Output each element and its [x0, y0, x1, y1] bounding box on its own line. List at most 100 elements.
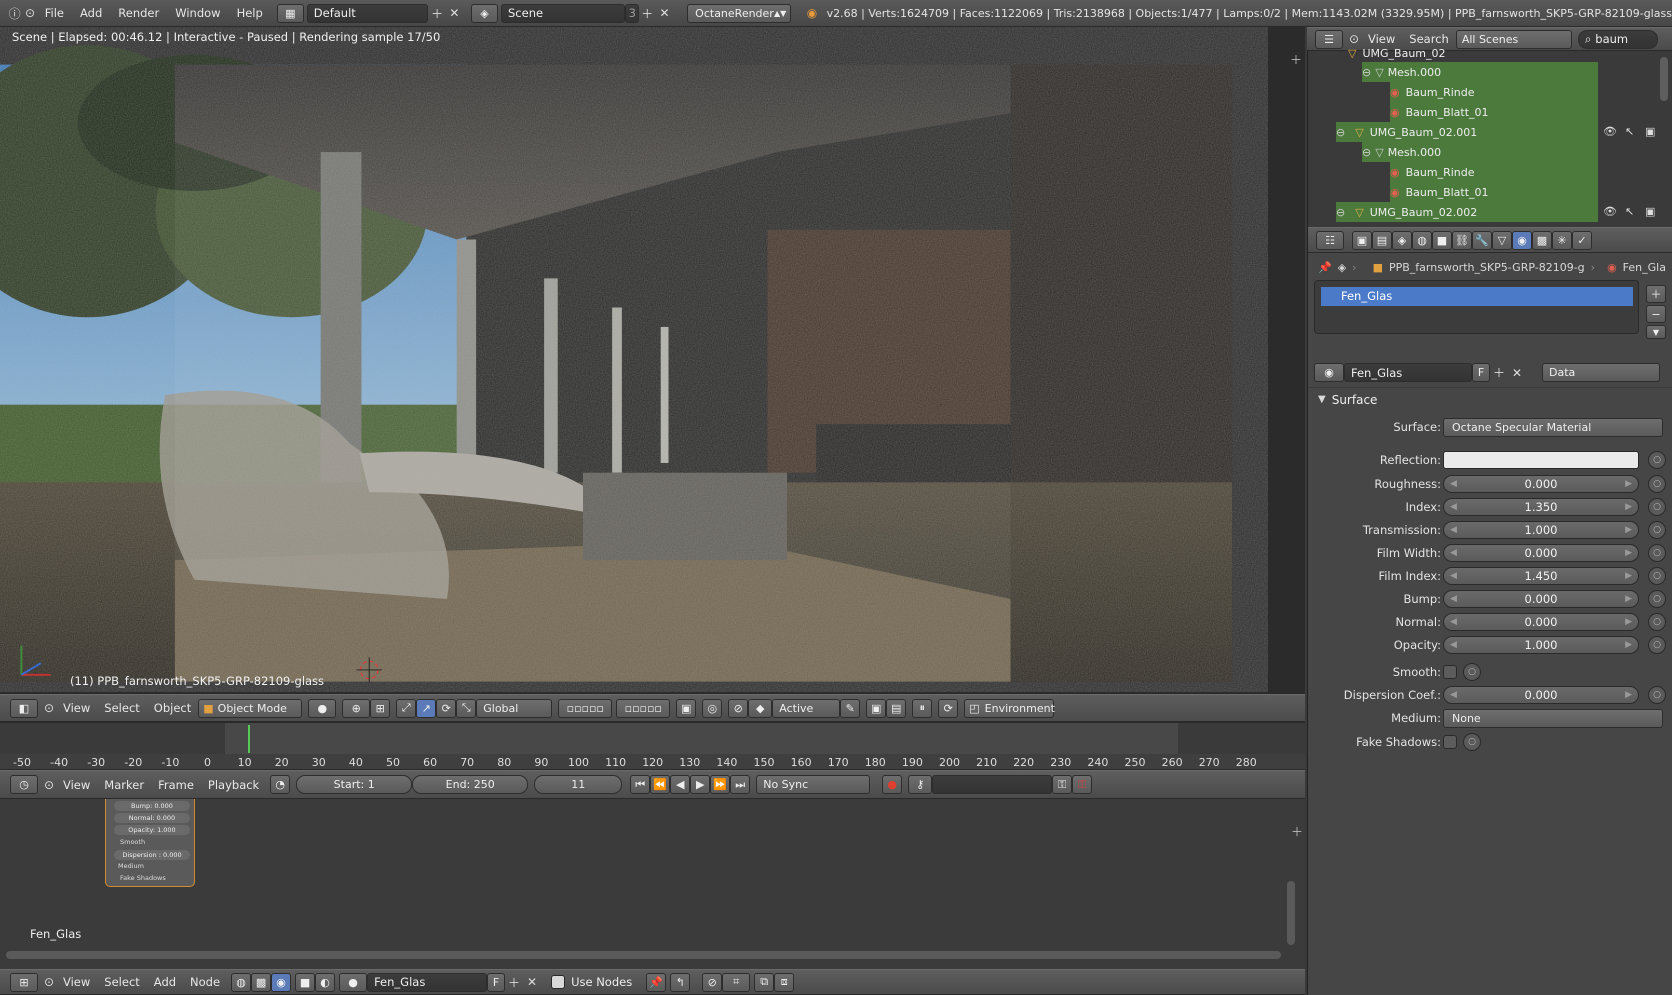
pin-icon[interactable]: 📌: [1318, 261, 1332, 274]
timeline-area[interactable]: [0, 722, 1305, 755]
transmission-field[interactable]: ◀ 1.000 ▶: [1443, 521, 1639, 539]
editor-type-3dview-icon[interactable]: ◧: [10, 698, 38, 718]
delete-keyframe-icon[interactable]: ⚿: [1072, 775, 1093, 794]
fake-user-button[interactable]: F: [487, 972, 506, 992]
remove-scene-icon[interactable]: ✕: [656, 4, 673, 22]
expand-icon[interactable]: ⊖: [1362, 66, 1371, 79]
collapse-menu-icon[interactable]: ⊙: [42, 776, 56, 794]
keying-set-icon[interactable]: ⚷: [908, 775, 933, 794]
render-layers-tab-icon[interactable]: ▤: [1372, 230, 1392, 250]
rotate-manipulator-icon[interactable]: ⟳: [436, 698, 457, 718]
snap-element-icon[interactable]: ◆: [748, 698, 773, 718]
film-index-socket-button[interactable]: ○: [1648, 567, 1666, 585]
scene-icon[interactable]: ◈: [471, 3, 498, 23]
menu-view[interactable]: View: [56, 975, 97, 989]
render-still-icon[interactable]: ▣: [866, 698, 887, 718]
bump-socket-button[interactable]: ○: [1648, 590, 1666, 608]
fake-shadows-socket-button[interactable]: ○: [1463, 733, 1481, 751]
roughness-field[interactable]: ◀ 0.000 ▶: [1443, 475, 1639, 493]
end-frame-field[interactable]: End: 250: [412, 775, 529, 794]
menu-frame[interactable]: Frame: [151, 778, 201, 792]
dispersion-socket-button[interactable]: ○: [1648, 686, 1666, 704]
material-nodes-icon[interactable]: ◉: [271, 972, 292, 992]
menu-render[interactable]: Render: [110, 6, 167, 20]
data-tab-icon[interactable]: ▽: [1492, 230, 1512, 250]
add-scene-icon[interactable]: ＋: [639, 4, 656, 22]
editor-type-properties-icon[interactable]: ☷: [1316, 230, 1344, 250]
render-engine-dropdown[interactable]: OctaneRender ▲▼: [687, 3, 792, 23]
info-editor-icon[interactable]: ⓘ: [6, 4, 23, 22]
collapse-menu-icon[interactable]: ⊙: [23, 4, 36, 22]
object-tab-icon[interactable]: ■: [1432, 230, 1452, 250]
physics-tab-icon[interactable]: ✓: [1572, 230, 1592, 250]
menu-window[interactable]: Window: [167, 6, 228, 20]
slot-menu-icon[interactable]: ▼: [1646, 325, 1666, 339]
remove-layout-icon[interactable]: ✕: [446, 4, 463, 22]
transmission-socket-button[interactable]: ○: [1648, 521, 1666, 539]
refresh-render-icon[interactable]: ⟳: [938, 698, 959, 718]
surface-panel-header[interactable]: ▼ Surface: [1308, 387, 1672, 411]
fake-shadows-checkbox[interactable]: [1443, 735, 1457, 749]
increment-arrow-icon[interactable]: ▶: [1625, 548, 1632, 558]
film-index-field[interactable]: ◀ 1.450 ▶: [1443, 567, 1639, 585]
menu-add[interactable]: Add: [147, 975, 183, 989]
outliner-row[interactable]: ◉ Baum_Rinde: [1390, 82, 1598, 102]
jump-keyframe-forward-icon[interactable]: ⏩: [710, 775, 731, 794]
particles-tab-icon[interactable]: ✳: [1552, 230, 1572, 250]
viewport-shading-icon[interactable]: ●: [308, 698, 337, 718]
reflection-color-swatch[interactable]: [1443, 451, 1639, 469]
opacity-field[interactable]: ◀ 1.000 ▶: [1443, 636, 1639, 654]
menu-help[interactable]: Help: [229, 6, 271, 20]
render-tab-icon[interactable]: ▣: [1352, 230, 1372, 250]
roughness-socket-button[interactable]: ○: [1648, 475, 1666, 493]
editor-type-node-icon[interactable]: ⊞: [10, 972, 38, 992]
menu-object[interactable]: Object: [147, 701, 198, 715]
pin-icon[interactable]: 📌: [646, 972, 667, 992]
add-slot-icon[interactable]: ＋: [1646, 285, 1666, 303]
outliner-scrollbar[interactable]: [1660, 57, 1668, 101]
play-icon[interactable]: ▶: [690, 775, 711, 794]
smooth-checkbox[interactable]: [1443, 665, 1457, 679]
increment-arrow-icon[interactable]: ▶: [1625, 479, 1632, 489]
menu-file[interactable]: File: [37, 6, 72, 20]
outliner-row[interactable]: ⊖ ▽ UMG_Baum_02.001: [1336, 122, 1598, 142]
add-material-icon[interactable]: ＋: [1490, 364, 1508, 382]
screen-layout-icon[interactable]: ▦: [276, 3, 304, 23]
playhead-marker[interactable]: [248, 725, 251, 753]
visibility-eye-icon[interactable]: 👁: [1603, 125, 1617, 138]
jump-end-icon[interactable]: ⏭: [730, 775, 751, 794]
object-shader-icon[interactable]: ■: [295, 972, 316, 992]
sync-dropdown[interactable]: No Sync: [756, 775, 871, 794]
unlink-material-icon[interactable]: ✕: [1508, 364, 1526, 382]
pause-render-icon[interactable]: ⏸: [912, 698, 933, 718]
material-node[interactable]: Bump: 0.000 Normal: 0.000 Opacity: 1.000…: [105, 799, 195, 887]
menu-playback[interactable]: Playback: [201, 778, 266, 792]
node-editor-canvas[interactable]: Bump: 0.000 Normal: 0.000 Opacity: 1.000…: [0, 799, 1305, 969]
play-reverse-icon[interactable]: ◀: [670, 775, 691, 794]
film-width-field[interactable]: ◀ 0.000 ▶: [1443, 544, 1639, 562]
environment-button[interactable]: ◰ Environment: [964, 698, 1055, 718]
mode-dropdown[interactable]: ■ Object Mode: [198, 698, 303, 718]
material-slot-item[interactable]: Fen_Glas: [1321, 287, 1633, 306]
outliner-row[interactable]: ⊖ ▽ Mesh.000: [1362, 142, 1598, 162]
increment-arrow-icon[interactable]: ▶: [1625, 617, 1632, 627]
outliner-row[interactable]: ▽ UMG_Baum_02: [1308, 43, 1598, 63]
pivot-point-icon[interactable]: ⊕: [342, 698, 371, 718]
scene-tab-icon[interactable]: ◈: [1392, 230, 1412, 250]
editor-type-timeline-icon[interactable]: ◷: [10, 775, 38, 794]
expand-icon[interactable]: ⊖: [1336, 126, 1345, 139]
use-nodes-checkbox[interactable]: [551, 975, 566, 989]
menu-select[interactable]: Select: [97, 701, 146, 715]
outliner-row[interactable]: ⊖ ▽ UMG_Baum_02.002: [1336, 202, 1598, 222]
material-name-field[interactable]: Fen_Glas: [1344, 363, 1472, 382]
increment-arrow-icon[interactable]: ▶: [1625, 502, 1632, 512]
world-shader-icon[interactable]: ◐: [315, 972, 336, 992]
menu-select[interactable]: Select: [97, 975, 146, 989]
increment-arrow-icon[interactable]: ▶: [1625, 594, 1632, 604]
node-field-fake-shadows[interactable]: Fake Shadows: [120, 874, 166, 882]
go-parent-icon[interactable]: ↰: [670, 972, 691, 992]
material-tab-icon[interactable]: ◉: [1512, 230, 1532, 250]
manipulator-toggle-icon[interactable]: ⤢: [396, 698, 417, 718]
expand-icon[interactable]: ⊖: [1362, 146, 1371, 159]
proportional-edit-icon[interactable]: ◎: [702, 698, 723, 718]
